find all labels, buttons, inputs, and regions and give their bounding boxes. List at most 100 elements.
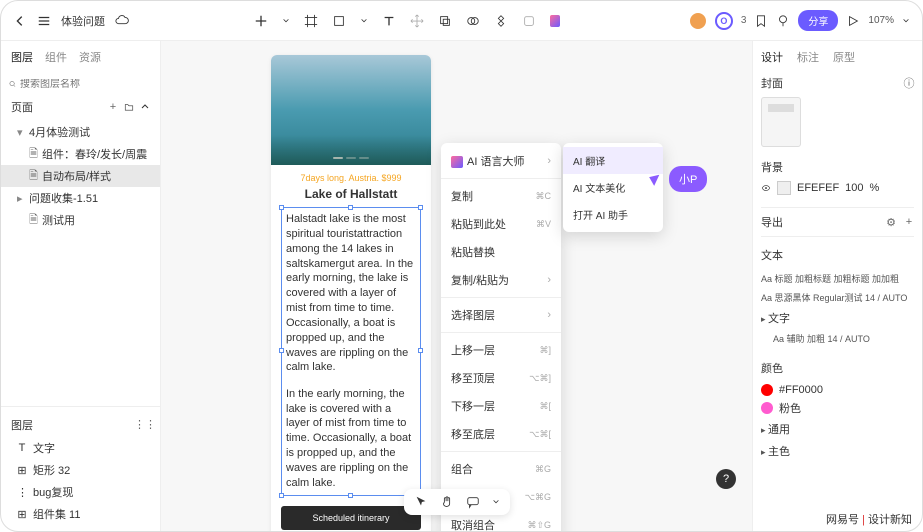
export-add-icon[interactable]: + xyxy=(904,215,914,229)
tab-design[interactable]: 设计 xyxy=(761,49,783,65)
text-style-2[interactable]: Aa 思源黑体 Regular测试 14 / AUTO xyxy=(761,288,914,307)
ctx-item[interactable]: 复制⌘C xyxy=(441,182,561,210)
move-icon[interactable] xyxy=(410,14,424,28)
info-icon[interactable]: ⓘ xyxy=(904,76,914,90)
right-sidebar: 设计 标注 原型 封面ⓘ 背景 EFEFEF 100% 导出 ⚙ + 文本 xyxy=(752,41,922,531)
pin-icon[interactable] xyxy=(776,14,790,28)
color-general[interactable]: ▸ 通用 xyxy=(761,418,914,440)
user-count: 3 xyxy=(741,15,747,26)
boolean-icon[interactable] xyxy=(466,14,480,28)
chevron-down-icon[interactable] xyxy=(492,495,500,509)
tab-layers[interactable]: 图层 xyxy=(11,49,33,65)
user-avatar[interactable] xyxy=(689,12,707,30)
layer-item[interactable]: ⊞组件集 11 xyxy=(1,503,160,525)
help-button[interactable]: ? xyxy=(716,469,736,489)
pct-label: % xyxy=(870,182,880,194)
color-2[interactable]: 粉色 xyxy=(761,398,914,418)
color-primary[interactable]: ▸ 主色 xyxy=(761,440,914,462)
text-label: 文本 xyxy=(761,247,783,263)
collaborator-cursor: 小P xyxy=(651,166,707,192)
eye-icon[interactable] xyxy=(761,181,771,195)
bg-opacity[interactable]: 100 xyxy=(845,182,863,194)
tree-item[interactable]: 🗎测试用 xyxy=(1,209,160,231)
ctx-item[interactable]: 下移一层⌘[ xyxy=(441,392,561,420)
text-style-1[interactable]: Aa 标题 加粗标题 加粗标题 加加粗 xyxy=(761,269,914,288)
itinerary-button[interactable]: Scheduled itinerary xyxy=(281,506,421,530)
zoom-level[interactable]: 107% xyxy=(868,15,894,26)
ctx-item[interactable]: 选择图层› xyxy=(441,301,561,329)
card-subtitle: 7days long. Austria. $999 xyxy=(281,173,421,183)
add-page-icon[interactable]: + xyxy=(108,100,118,114)
cursor-pointer-icon xyxy=(649,172,663,186)
bg-value[interactable]: EFEFEF xyxy=(797,182,839,194)
layer-item[interactable]: ⋮bug复现 xyxy=(1,481,160,503)
design-card[interactable]: 7days long. Austria. $999 Lake of Hallst… xyxy=(271,55,431,531)
ctx-item[interactable]: 组合⌘G xyxy=(441,455,561,483)
page-tree: ▾4月体验测试🗎组件：春玲/发长/周震🗎自动布局/样式▸问题收集-1.51🗎测试… xyxy=(1,119,160,406)
ctx-item[interactable]: 移至底层⌥⌘[ xyxy=(441,420,561,448)
hand-tool-icon[interactable] xyxy=(440,495,454,509)
ctx-item[interactable]: 粘贴到此处⌘V xyxy=(441,210,561,238)
mask-icon[interactable] xyxy=(522,14,536,28)
text-icon[interactable] xyxy=(382,14,396,28)
search-icon xyxy=(9,77,16,91)
add-icon[interactable] xyxy=(254,14,268,28)
tree-item[interactable]: ▾4月体验测试 xyxy=(1,121,160,143)
left-tabs: 图层 组件 资源 xyxy=(1,41,160,73)
card-title: Lake of Hallstatt xyxy=(281,187,421,201)
document-title[interactable]: 体验问题 xyxy=(61,13,105,29)
pointer-tool-icon[interactable] xyxy=(414,495,428,509)
frame-icon[interactable] xyxy=(304,14,318,28)
ctx-item[interactable]: AI 语言大师› xyxy=(441,147,561,175)
chevron-down-icon[interactable] xyxy=(902,14,910,28)
ai-logo-icon[interactable] xyxy=(550,14,564,28)
tab-assets[interactable]: 资源 xyxy=(79,49,101,65)
play-icon[interactable] xyxy=(846,14,860,28)
layer-item[interactable]: T文字 xyxy=(1,437,160,459)
color-1[interactable]: #FF0000 xyxy=(761,382,914,398)
carousel-dots[interactable] xyxy=(333,157,369,159)
cover-thumbnail[interactable] xyxy=(761,97,801,147)
layer-options-icon[interactable]: ⋮⋮ xyxy=(140,417,150,431)
folder-icon[interactable] xyxy=(124,100,134,114)
submenu-item[interactable]: AI 文本美化 xyxy=(563,174,663,201)
user-avatar-o[interactable]: O xyxy=(715,12,733,30)
tab-prototype[interactable]: 原型 xyxy=(833,49,855,65)
search-input[interactable] xyxy=(20,79,152,90)
layer-item[interactable]: ⊞矩形 32 xyxy=(1,459,160,481)
bg-swatch[interactable] xyxy=(777,181,791,195)
bookmark-icon[interactable] xyxy=(754,14,768,28)
cover-label: 封面 xyxy=(761,75,783,91)
text-style-group[interactable]: ▸ 文字 xyxy=(761,307,914,329)
chevron-down-icon[interactable] xyxy=(282,14,290,28)
back-icon[interactable] xyxy=(13,14,27,28)
cursor-label: 小P xyxy=(669,166,707,192)
layers-label: 图层 xyxy=(11,417,33,433)
share-button[interactable]: 分享 xyxy=(798,10,838,31)
tree-item[interactable]: 🗎自动布局/样式 xyxy=(1,165,160,187)
tab-components[interactable]: 组件 xyxy=(45,49,67,65)
text-style-3[interactable]: Aa 辅助 加粗 14 / AUTO xyxy=(761,329,914,348)
component-icon[interactable] xyxy=(494,14,508,28)
rect-icon[interactable] xyxy=(332,14,346,28)
ctx-item[interactable]: 移至顶层⌥⌘] xyxy=(441,364,561,392)
submenu-item[interactable]: AI 翻译 xyxy=(563,147,663,174)
tab-annotate[interactable]: 标注 xyxy=(797,49,819,65)
collapse-icon[interactable] xyxy=(140,100,150,114)
ctx-item[interactable]: 复制/粘贴为› xyxy=(441,266,561,294)
tree-item[interactable]: ▸问题收集-1.51 xyxy=(1,187,160,209)
copy-icon[interactable] xyxy=(438,14,452,28)
ctx-item[interactable]: 粘贴替换 xyxy=(441,238,561,266)
submenu-item[interactable]: 打开 AI 助手 xyxy=(563,201,663,228)
tree-item[interactable]: 🗎组件：春玲/发长/周震 xyxy=(1,143,160,165)
export-settings-icon[interactable]: ⚙ xyxy=(886,215,896,229)
bg-label: 背景 xyxy=(761,159,783,175)
comment-tool-icon[interactable] xyxy=(466,495,480,509)
watermark: 网易号 | 设计新知 xyxy=(826,511,912,527)
menu-icon[interactable] xyxy=(37,14,51,28)
chevron-down-icon[interactable] xyxy=(360,14,368,28)
ctx-item[interactable]: 上移一层⌘] xyxy=(441,336,561,364)
selected-text-block[interactable]: Halstadt lake is the most spiritual tour… xyxy=(281,207,421,496)
canvas[interactable]: 7days long. Austria. $999 Lake of Hallst… xyxy=(161,41,752,531)
top-bar: 体验问题 O 3 分享 107% xyxy=(1,1,922,41)
